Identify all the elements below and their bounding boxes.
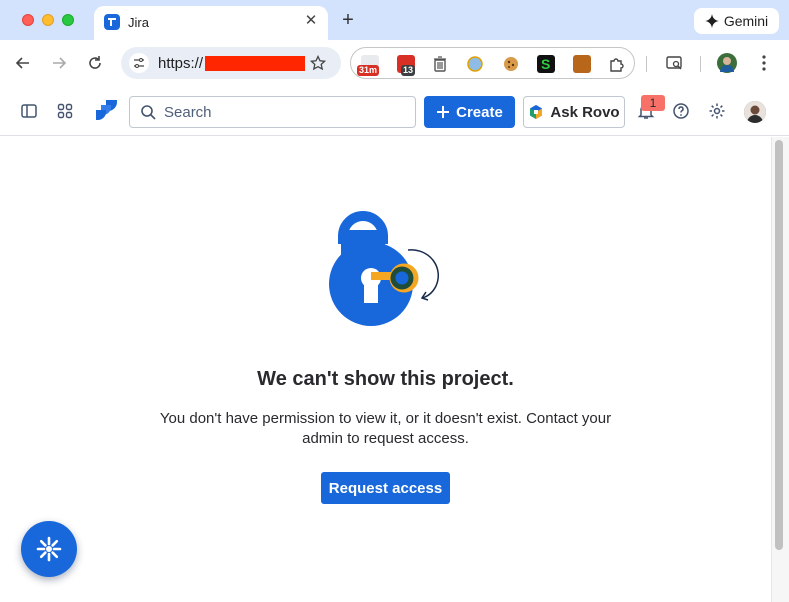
toolbar-divider-2 [700,56,701,72]
error-description-text: You don't have permission to view it, or… [159,410,612,447]
url-text: https:// [158,55,204,72]
browser-menu-button[interactable] [754,53,774,73]
floating-help-button[interactable] [21,521,77,577]
lock-key-illustration [322,202,446,328]
help-button[interactable] [671,101,691,121]
jira-top-nav: Create Ask Rovo 1 [0,86,789,136]
close-window-button[interactable] [22,14,34,26]
notification-count-badge: 1 [641,95,665,111]
calendar-extension-icon[interactable]: 31m [357,55,380,76]
sparkle-burst-icon [36,536,62,562]
search-input[interactable] [164,102,404,122]
tab-close-icon[interactable]: ✕ [302,12,320,30]
search-icon [140,104,156,125]
trash-extension-icon[interactable] [431,55,449,73]
app-switcher-button[interactable] [55,101,75,121]
tab-search-button[interactable] [663,52,685,74]
mail-badge: 13 [401,65,416,76]
gemini-button[interactable]: Gemini [694,8,779,34]
gear-icon [709,103,725,119]
jira-logo-icon[interactable] [92,97,120,125]
svg-text:S: S [541,56,550,72]
error-heading: We can't show this project. [257,368,514,390]
url-redaction [205,56,305,71]
user-avatar[interactable] [744,101,766,123]
puzzle-extensions-icon[interactable] [608,55,626,73]
tab-search-icon [666,56,682,70]
sidebar-toggle-button[interactable] [19,101,39,121]
browser-tab-jira[interactable]: Jira ✕ [94,6,328,40]
settings-button[interactable] [707,101,727,121]
help-icon [673,103,689,119]
search-box[interactable] [129,96,416,128]
new-tab-button[interactable]: + [338,10,358,30]
arrow-right-icon [53,57,67,69]
jira-favicon-icon [104,14,120,30]
forward-button[interactable] [48,52,70,74]
browser-profile-avatar[interactable] [717,53,737,73]
reload-button[interactable] [84,52,106,74]
bookmark-button[interactable] [307,52,329,74]
tab-title: Jira [128,15,149,30]
arrow-left-icon [15,57,29,69]
cookie-extension-icon[interactable] [502,55,520,73]
gemini-label: Gemini [723,13,769,29]
request-access-button[interactable]: Request access [321,472,450,504]
sidebar-toggle-icon [21,104,37,118]
zoom-window-button[interactable] [62,14,74,26]
rovo-logo-icon [530,105,543,119]
kebab-menu-icon [762,55,766,71]
ask-rovo-button[interactable]: Ask Rovo [523,96,625,128]
gemini-sparkle-icon [704,14,719,28]
create-label: Create [456,103,503,121]
calendar-badge: 31m [357,65,380,76]
toolbar-divider [646,56,647,72]
notebook-extension-icon[interactable] [573,55,591,73]
back-button[interactable] [12,52,34,74]
app-grid-icon [57,103,73,119]
minimize-window-button[interactable] [42,14,54,26]
browser-titlebar: Jira ✕ + Gemini [0,0,789,40]
globe-extension-icon[interactable] [466,55,484,73]
browser-toolbar: https:// 31m 13 S [0,40,789,86]
scrollbar-thumb[interactable] [775,140,783,550]
star-icon [310,55,326,71]
error-description: You don't have permission to view it, or… [0,409,771,449]
ask-rovo-label: Ask Rovo [550,103,620,121]
mail-extension-icon[interactable]: 13 [397,55,416,76]
create-button[interactable]: Create [424,96,515,128]
reload-icon [89,56,101,69]
extensions-area: 31m 13 S [350,47,635,79]
s-extension-icon[interactable]: S [537,55,555,73]
site-settings-icon[interactable] [129,53,149,73]
plus-icon [437,106,450,118]
